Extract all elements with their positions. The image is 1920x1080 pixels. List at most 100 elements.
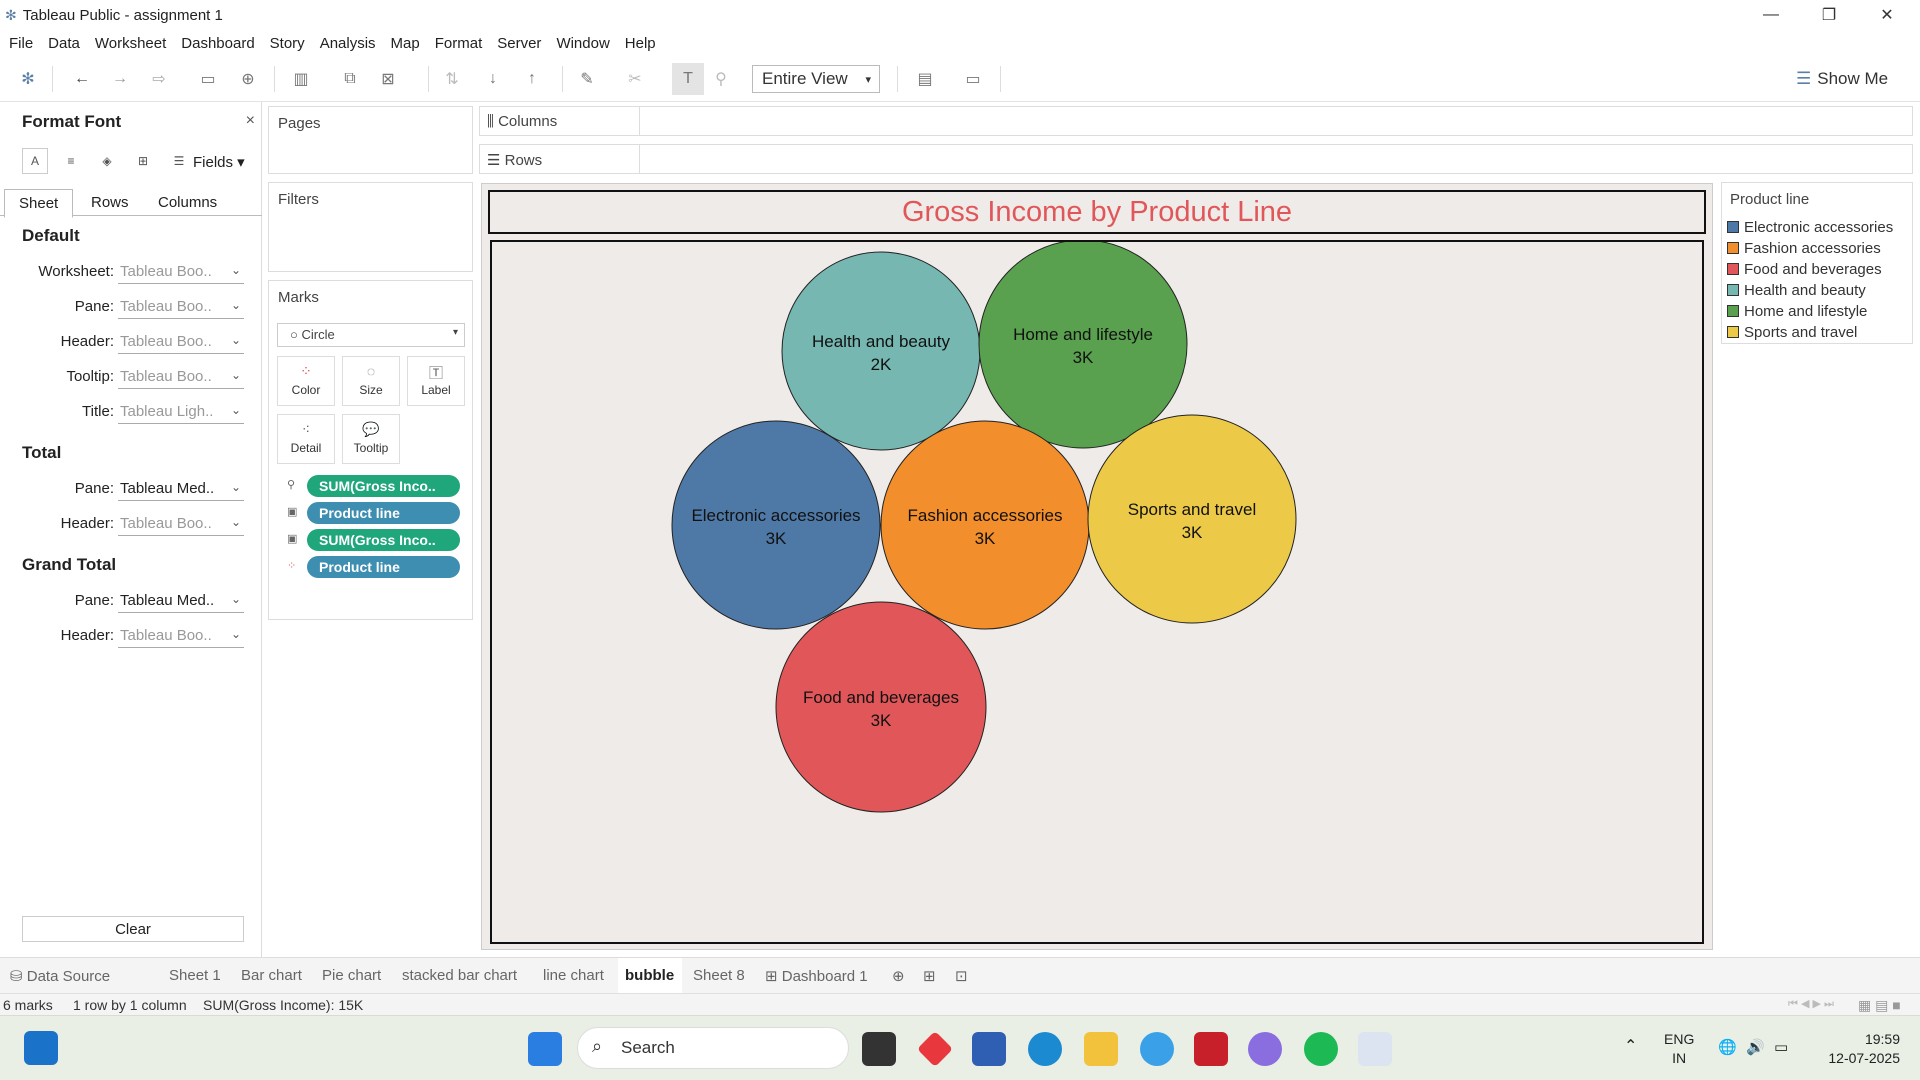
lines-format-icon[interactable]: ☰ [166,148,192,174]
format-row[interactable]: Pane: Tableau Med.. ⌄ [0,589,244,613]
font-format-icon[interactable]: A [22,148,48,174]
bubble-electronic-accessories[interactable]: Electronic accessories 3K [671,420,881,630]
dimension-pill[interactable]: Product line [307,502,460,524]
show-me-button[interactable]: ☰ Show Me [1796,69,1888,89]
tab-pie-chart[interactable]: Pie chart [322,967,381,984]
network-icon[interactable]: 🌐 [1718,1038,1737,1056]
label-button[interactable]: 🅃 Label [407,356,465,406]
bubble-circle[interactable] [1087,414,1297,624]
widgets-icon[interactable] [24,1031,58,1065]
task-view-icon[interactable] [862,1032,896,1066]
columns-shelf[interactable]: ⫼ Columns [479,106,1913,136]
tab-line-chart[interactable]: line chart [543,967,604,984]
format-row[interactable]: Tooltip: Tableau Boo.. ⌄ [0,365,244,389]
menu-format[interactable]: Format [435,35,483,52]
menu-story[interactable]: Story [270,35,305,52]
font-select[interactable]: Tableau Ligh.. [118,400,244,424]
borders-format-icon[interactable]: ⊞ [130,148,156,174]
legend-item[interactable]: Home and lifestyle [1727,301,1867,321]
store-icon[interactable] [972,1032,1006,1066]
bubble-sports-and-travel[interactable]: Sports and travel 3K [1087,414,1297,624]
font-select[interactable]: Tableau Med.. [118,589,244,613]
format-row[interactable]: Header: Tableau Boo.. ⌄ [0,624,244,648]
tray-chevron-icon[interactable]: ⌃ [1624,1036,1637,1056]
bubble-food-and-beverages[interactable]: Food and beverages 3K [775,601,987,813]
tableau-taskbar-icon[interactable] [1358,1032,1392,1066]
tab-columns[interactable]: Columns [158,194,217,211]
font-select[interactable]: Tableau Boo.. [118,295,244,319]
legend-item[interactable]: Health and beauty [1727,280,1866,300]
edge-icon[interactable] [1028,1032,1062,1066]
tab-dashboard-1[interactable]: ⊞ Dashboard 1 [765,967,868,985]
taskbar-search[interactable]: ⌕ Search [577,1027,849,1069]
mcafee-icon[interactable] [1194,1032,1228,1066]
menu-server[interactable]: Server [497,35,541,52]
highlight-icon[interactable]: ✎ [576,68,598,90]
spotify-icon[interactable] [1304,1032,1338,1066]
format-row[interactable]: Header: Tableau Boo.. ⌄ [0,512,244,536]
volume-icon[interactable]: 🔊 [1746,1038,1765,1056]
font-select[interactable]: Tableau Boo.. [118,260,244,284]
close-pane-icon[interactable]: × [246,112,255,130]
show-mark-labels-icon[interactable]: T [672,63,704,95]
format-row[interactable]: Pane: Tableau Med.. ⌄ [0,477,244,501]
pages-card[interactable]: Pages [268,106,473,174]
swap-icon[interactable]: ⇅ [441,68,463,90]
format-row[interactable]: Header: Tableau Boo.. ⌄ [0,330,244,354]
view-grid-icon[interactable]: ▦ ▤ ■ [1858,997,1901,1014]
clear-button[interactable]: Clear [22,916,244,942]
font-select[interactable]: Tableau Boo.. [118,512,244,536]
tab-bubble[interactable]: bubble [618,958,683,994]
font-select[interactable]: Tableau Boo.. [118,624,244,648]
windows-start-icon[interactable] [528,1032,562,1066]
menu-analysis[interactable]: Analysis [320,35,376,52]
replay-icon[interactable]: ⇨ [148,68,170,90]
font-select[interactable]: Tableau Boo.. [118,330,244,354]
clear-sheet-icon[interactable]: ⊠ [377,68,399,90]
clock[interactable]: 19:59 12-07-2025 [1828,1030,1900,1068]
save-icon[interactable]: ▭ [197,68,219,90]
rows-shelf[interactable]: ☰ Rows [479,144,1913,174]
fit-view-select[interactable]: Entire View ▾ [752,65,880,93]
legend-item[interactable]: Fashion accessories [1727,238,1881,258]
undo-icon[interactable]: ← [71,68,93,90]
bubble-circle[interactable] [775,601,987,813]
redo-icon[interactable]: → [109,68,131,90]
alignment-format-icon[interactable]: ≡ [58,148,84,174]
minimize-button[interactable]: — [1742,0,1800,30]
new-worksheet-icon[interactable]: ⊕ [892,967,905,985]
copilot-icon[interactable] [1248,1032,1282,1066]
tab-sheet[interactable]: Sheet [4,189,74,218]
menu-dashboard[interactable]: Dashboard [181,35,254,52]
tab-sheet-8[interactable]: Sheet 8 [693,967,745,984]
bubble-fashion-accessories[interactable]: Fashion accessories 3K [880,420,1090,630]
maximize-button[interactable]: ❐ [1800,0,1858,30]
fix-axes-icon[interactable]: ⚲ [710,68,732,90]
menu-file[interactable]: File [9,35,33,52]
new-story-icon[interactable]: ⊡ [955,967,968,985]
menu-worksheet[interactable]: Worksheet [95,35,166,52]
bubble-circle[interactable] [671,420,881,630]
presentation-mode-icon[interactable]: ▭ [962,68,984,90]
tab-bar-chart[interactable]: Bar chart [241,967,302,984]
close-window-button[interactable]: ✕ [1858,0,1916,30]
format-row[interactable]: Pane: Tableau Boo.. ⌄ [0,295,244,319]
font-select[interactable]: Tableau Boo.. [118,365,244,389]
legend-item[interactable]: Sports and travel [1727,322,1857,342]
fields-dropdown[interactable]: Fields ▾ [193,153,245,171]
menu-map[interactable]: Map [391,35,420,52]
filters-card[interactable]: Filters [268,182,473,272]
tab-sheet-1[interactable]: Sheet 1 [169,967,221,984]
bubble-health-and-beauty[interactable]: Health and beauty 2K [781,251,981,451]
new-worksheet-icon[interactable]: ▥ [290,68,312,90]
tooltip-button[interactable]: 💬 Tooltip [342,414,400,464]
new-data-source-icon[interactable]: ⊕ [237,68,259,90]
tab-data-source[interactable]: ⛁ Data Source [10,967,110,985]
measure-pill[interactable]: SUM(Gross Inco.. [307,475,460,497]
bubble-circle[interactable] [781,251,981,451]
bubble-circle[interactable] [880,420,1090,630]
file-explorer-icon[interactable] [1084,1032,1118,1066]
sort-descending-icon[interactable]: ↑ [521,68,543,90]
sort-ascending-icon[interactable]: ↓ [482,68,504,90]
language-indicator[interactable]: ENG IN [1664,1030,1694,1068]
